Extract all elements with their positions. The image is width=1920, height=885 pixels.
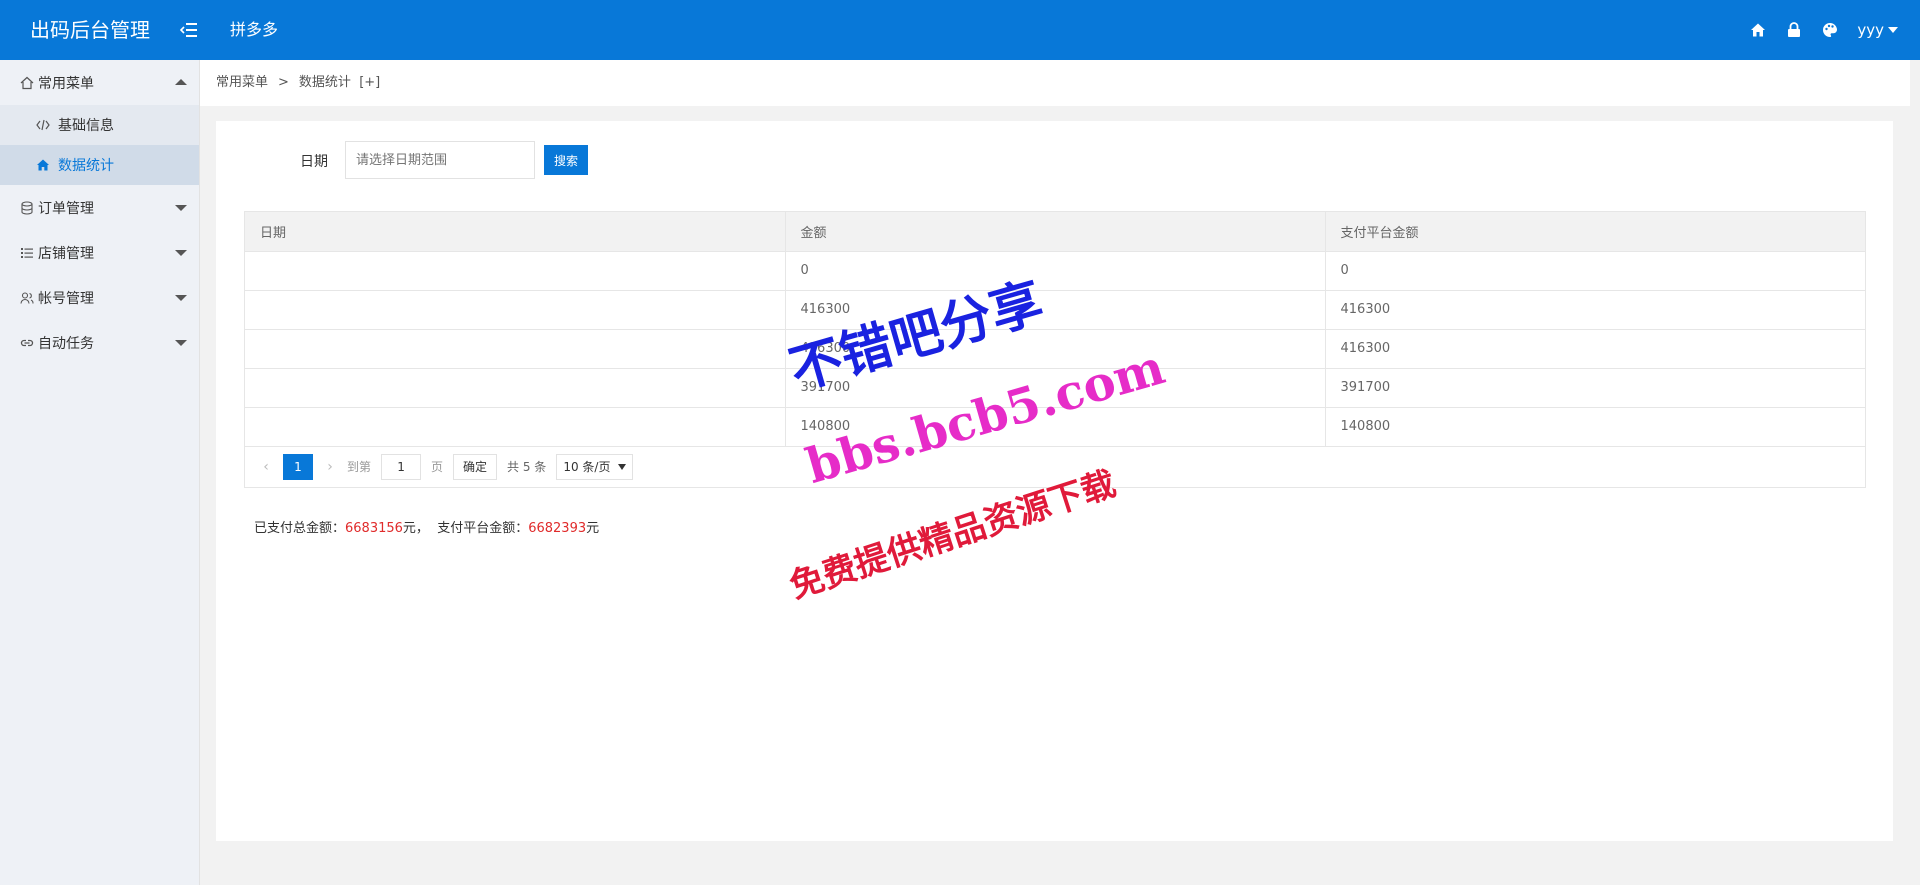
shop-name[interactable]: 拼多多 [230, 0, 278, 60]
lock-icon[interactable] [1785, 21, 1803, 39]
list-icon [20, 246, 34, 260]
cell-date [245, 368, 786, 408]
sidebar-group-shops[interactable]: 店铺管理 [0, 230, 199, 275]
cell-platform-amount: 0 [1325, 251, 1865, 291]
paid-total-value: 6683156 [345, 521, 403, 536]
cell-date [245, 329, 786, 369]
cell-amount: 416300 [785, 290, 1326, 330]
sidebar-group-orders[interactable]: 订单管理 [0, 185, 199, 230]
sidebar-group-label: 常用菜单 [38, 75, 94, 92]
page-size-value: 10 条/页 [563, 460, 611, 474]
table-header-row: 日期 金额 支付平台金额 [245, 212, 1865, 252]
sidebar-item-data-stats[interactable]: 数据统计 [0, 145, 199, 185]
prev-page-icon[interactable]: ‹ [259, 459, 273, 475]
sidebar-toggle-icon[interactable] [179, 20, 200, 40]
link-icon [20, 336, 34, 350]
date-label: 日期 [300, 154, 328, 170]
cell-amount: 416300 [785, 329, 1326, 369]
stats-table-wrapper: 日期 金额 支付平台金额 0 0 416300 416300 416300 41… [244, 211, 1866, 488]
sidebar-group-tasks[interactable]: 自动任务 [0, 320, 199, 365]
table-row: 416300 416300 [245, 329, 1865, 369]
top-header: 出码后台管理 拼多多 yyy [0, 0, 1920, 60]
goto-label: 到第 [347, 460, 372, 474]
cell-platform-amount: 416300 [1325, 329, 1865, 369]
dropdown-arrow-icon [618, 463, 627, 470]
chevron-down-icon [1888, 27, 1898, 33]
page-suffix: 页 [431, 460, 444, 474]
database-icon [20, 200, 34, 215]
user-name: yyy [1857, 21, 1884, 39]
home-icon[interactable] [1749, 21, 1767, 39]
pagination: ‹ 1 › 到第 页 确定 共 5 条 10 条/页 [245, 447, 1865, 487]
user-menu[interactable]: yyy [1857, 21, 1898, 39]
breadcrumb-separator: > [278, 75, 289, 90]
table-row: 0 0 [245, 251, 1865, 291]
chevron-down-icon [175, 250, 187, 256]
chevron-down-icon [175, 295, 187, 301]
date-range-input[interactable] [345, 141, 535, 179]
chevron-up-icon [175, 79, 187, 85]
goto-confirm-button[interactable]: 确定 [453, 453, 498, 480]
table-row: 416300 416300 [245, 290, 1865, 330]
sidebar-group-label: 订单管理 [38, 200, 94, 217]
cell-amount: 0 [785, 251, 1326, 291]
table-row: 391700 391700 [245, 368, 1865, 408]
column-header-amount: 金额 [785, 212, 1326, 252]
sidebar-item-label: 基础信息 [58, 118, 114, 134]
chevron-down-icon [175, 205, 187, 211]
page-size-select[interactable]: 10 条/页 [556, 453, 634, 480]
paid-total-label: 已支付总金额： [254, 521, 346, 536]
goto-page-input[interactable] [381, 453, 422, 480]
cell-date [245, 290, 786, 330]
users-icon [20, 291, 34, 305]
breadcrumb-bar: 常用菜单 > 数据统计 [+] [200, 60, 1910, 106]
breadcrumb: 常用菜单 > 数据统计 [+] [216, 60, 380, 106]
column-header-platform-amount: 支付平台金额 [1325, 212, 1865, 252]
sidebar-group-label: 自动任务 [38, 335, 94, 352]
sidebar-group-label: 店铺管理 [38, 245, 94, 262]
sidebar-group-label: 帐号管理 [38, 290, 94, 307]
total-count: 共 5 条 [507, 460, 547, 474]
breadcrumb-expand[interactable]: [+] [359, 75, 380, 90]
sidebar: 常用菜单 基础信息 数据统计 订单管理 店铺管理 帐号管理 自动任务 [0, 60, 200, 885]
code-icon [36, 118, 50, 132]
next-page-icon[interactable]: › [323, 459, 337, 475]
payment-summary: 已支付总金额：6683156元， 支付平台金额：6682393元 [254, 517, 599, 536]
cell-date [245, 407, 786, 447]
page-number-current[interactable]: 1 [283, 453, 313, 480]
table-row: 140800 140800 [245, 407, 1865, 447]
breadcrumb-current: 数据统计 [298, 75, 351, 90]
sidebar-group-common[interactable]: 常用菜单 [0, 60, 199, 105]
platform-total-unit: 元 [586, 521, 600, 536]
cell-platform-amount: 416300 [1325, 290, 1865, 330]
sidebar-item-basic-info[interactable]: 基础信息 [0, 105, 199, 145]
cell-amount: 140800 [785, 407, 1326, 447]
cell-platform-amount: 140800 [1325, 407, 1865, 447]
platform-total-label: 支付平台金额： [437, 521, 529, 536]
cell-platform-amount: 391700 [1325, 368, 1865, 408]
search-button[interactable]: 搜索 [544, 145, 588, 175]
home-icon [36, 158, 50, 172]
cell-amount: 391700 [785, 368, 1326, 408]
sidebar-group-accounts[interactable]: 帐号管理 [0, 275, 199, 320]
platform-total-value: 6682393 [528, 521, 587, 536]
paid-total-unit: 元， [402, 521, 429, 536]
column-header-date: 日期 [245, 212, 786, 252]
breadcrumb-parent[interactable]: 常用菜单 [216, 75, 268, 90]
stats-table: 日期 金额 支付平台金额 0 0 416300 416300 416300 41… [245, 212, 1865, 447]
sidebar-item-label: 数据统计 [58, 158, 114, 174]
home-outline-icon [20, 76, 34, 90]
palette-icon[interactable] [1821, 21, 1839, 39]
cell-date [245, 251, 786, 291]
app-logo[interactable]: 出码后台管理 [30, 0, 150, 60]
chevron-down-icon [175, 340, 187, 346]
sidebar-submenu: 基础信息 数据统计 [0, 105, 199, 185]
main-panel: 日期 搜索 日期 金额 支付平台金额 0 0 416300 [216, 121, 1893, 841]
